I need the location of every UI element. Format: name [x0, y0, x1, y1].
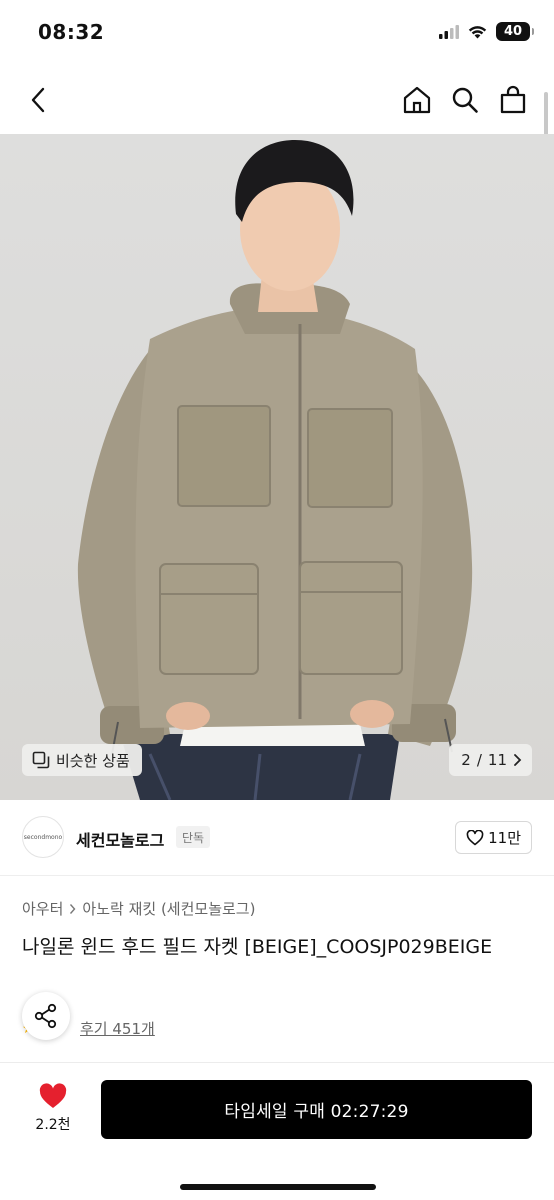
status-icons: 40	[439, 22, 534, 41]
chevron-right-icon	[514, 754, 522, 766]
chevron-left-icon	[31, 87, 45, 113]
status-bar: 08:32 40	[0, 0, 554, 66]
product-photo	[77, 140, 473, 800]
status-time: 08:32	[38, 20, 105, 44]
bottom-purchase-bar: 2.2천 타임세일 구매 02:27:29	[0, 1062, 554, 1200]
similar-products-label: 비슷한 상품	[56, 751, 130, 770]
battery-indicator: 40	[496, 22, 534, 41]
brand-logo[interactable]: secondmono	[22, 816, 64, 858]
brand-like-button[interactable]: 11만	[455, 821, 532, 854]
wishlist-count: 2.2천	[35, 1117, 71, 1133]
wishlist-button[interactable]: 2.2천	[22, 1083, 84, 1134]
breadcrumb-subcategory[interactable]: 아노락 재킷 (세컨모놀로그)	[82, 898, 255, 919]
brand-logo-text: secondmono	[23, 833, 63, 841]
exclusive-badge: 단독	[176, 826, 211, 848]
cellular-signal-icon	[439, 24, 459, 39]
brand-like-count: 11만	[488, 829, 521, 847]
home-button[interactable]	[397, 80, 437, 120]
time-sale-buy-button[interactable]: 타임세일 구매 02:27:29	[101, 1080, 532, 1139]
cart-button[interactable]	[493, 80, 533, 120]
image-page-counter[interactable]: 2 / 11	[449, 744, 532, 776]
heart-filled-icon	[39, 1083, 67, 1108]
top-nav-bar	[0, 66, 554, 134]
home-icon	[403, 86, 431, 114]
product-image-gallery[interactable]: 비슷한 상품 2 / 11	[0, 134, 554, 800]
search-button[interactable]	[445, 80, 485, 120]
page-separator: /	[476, 751, 482, 769]
breadcrumb-category[interactable]: 아우터	[22, 898, 63, 919]
product-title: 나일론 윈드 후드 필드 자켓 [BEIGE]_COOSJP029BEIGE	[22, 936, 493, 958]
back-button[interactable]	[18, 80, 58, 120]
copy-icon	[32, 751, 50, 769]
current-page: 2	[461, 751, 471, 769]
home-indicator	[180, 1184, 376, 1190]
wifi-icon	[468, 25, 487, 38]
breadcrumb: 아우터 아노락 재킷 (세컨모놀로그)	[22, 898, 255, 919]
shopping-bag-icon	[500, 85, 526, 114]
share-icon	[34, 1003, 57, 1029]
chevron-right-icon	[70, 903, 76, 914]
heart-outline-icon	[466, 829, 484, 845]
total-pages: 11	[487, 751, 507, 769]
similar-products-button[interactable]: 비슷한 상품	[22, 744, 142, 776]
review-count-link[interactable]: 후기 451개	[80, 1018, 155, 1039]
share-button[interactable]	[22, 992, 70, 1040]
brand-row: secondmono 세컨모놀로그 단독 11만	[0, 800, 554, 876]
search-icon	[452, 87, 478, 113]
brand-name-link[interactable]: 세컨모놀로그	[76, 827, 164, 851]
